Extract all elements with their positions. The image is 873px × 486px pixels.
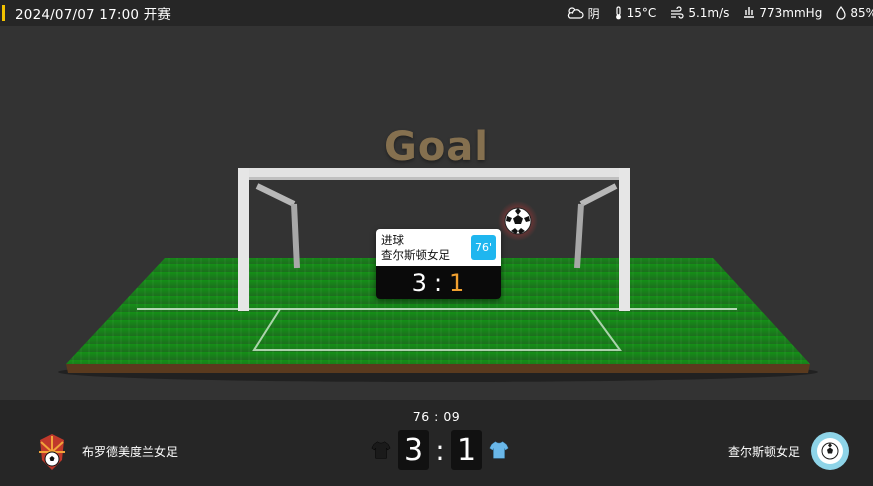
goal-event-card: 进球 查尔斯顿女足 76' 3 : 1 bbox=[376, 229, 501, 299]
pitch-scene bbox=[58, 168, 818, 382]
event-score-separator: : bbox=[433, 268, 444, 297]
away-score: 1 bbox=[451, 430, 482, 470]
pressure-icon bbox=[744, 7, 755, 18]
away-team[interactable]: 查尔斯顿女足 bbox=[718, 430, 850, 472]
event-home-score: 3 bbox=[411, 268, 428, 297]
pitch-edge bbox=[66, 364, 810, 373]
away-team-logo bbox=[811, 432, 849, 470]
home-team[interactable]: 布罗德美度兰女足 bbox=[32, 430, 188, 472]
away-shirt-icon bbox=[489, 441, 509, 459]
thermometer-icon bbox=[615, 6, 621, 20]
weather-condition: 阴 bbox=[566, 5, 600, 22]
temperature: 15°C bbox=[614, 6, 657, 20]
weather-condition-label: 阴 bbox=[587, 6, 600, 21]
home-shirt-icon bbox=[371, 441, 391, 459]
humidity-value: 85% bbox=[850, 6, 873, 20]
pressure-value: 773mmHg bbox=[759, 6, 823, 20]
score-separator: : bbox=[435, 433, 445, 467]
droplet-icon bbox=[836, 6, 846, 20]
wind: 5.1m/s bbox=[670, 6, 729, 20]
accent-bar bbox=[2, 5, 5, 21]
match-clock: 76 : 09 bbox=[412, 409, 461, 424]
weather-info: 阴 15°C 5.1m/s 773mmHg 85% bbox=[566, 0, 873, 26]
home-team-logo bbox=[39, 434, 65, 470]
home-score: 3 bbox=[398, 430, 429, 470]
main-score: 3 : 1 bbox=[370, 428, 510, 472]
event-away-score: 1 bbox=[449, 268, 466, 297]
scoreboard: 76 : 09 布罗德美度兰女足 3 : 1 查尔斯顿女足 bbox=[0, 400, 873, 486]
away-team-name: 查尔斯顿女足 bbox=[727, 444, 800, 459]
event-details: 进球 查尔斯顿女足 76' bbox=[376, 229, 501, 266]
football-icon bbox=[504, 207, 532, 235]
event-minute-badge: 76' bbox=[471, 235, 496, 260]
wind-value: 5.1m/s bbox=[688, 6, 730, 20]
cloudy-sun-icon bbox=[567, 7, 584, 19]
event-score: 3 : 1 bbox=[376, 266, 501, 299]
match-animation-stage: Goal 进球 查尔斯顿女足 76' 3 : 1 bbox=[0, 26, 873, 400]
pressure: 773mmHg bbox=[743, 6, 822, 20]
wind-icon bbox=[671, 6, 684, 19]
humidity: 85% bbox=[836, 6, 873, 20]
top-bar: 2024/07/07 17:00 开赛 阴 15°C 5.1m/s 773mmH… bbox=[0, 0, 873, 26]
kickoff-time: 2024/07/07 17:00 开赛 bbox=[15, 7, 172, 23]
temperature-value: 15°C bbox=[626, 6, 657, 20]
goal-banner: Goal bbox=[383, 124, 489, 170]
home-team-name: 布罗德美度兰女足 bbox=[82, 444, 179, 459]
